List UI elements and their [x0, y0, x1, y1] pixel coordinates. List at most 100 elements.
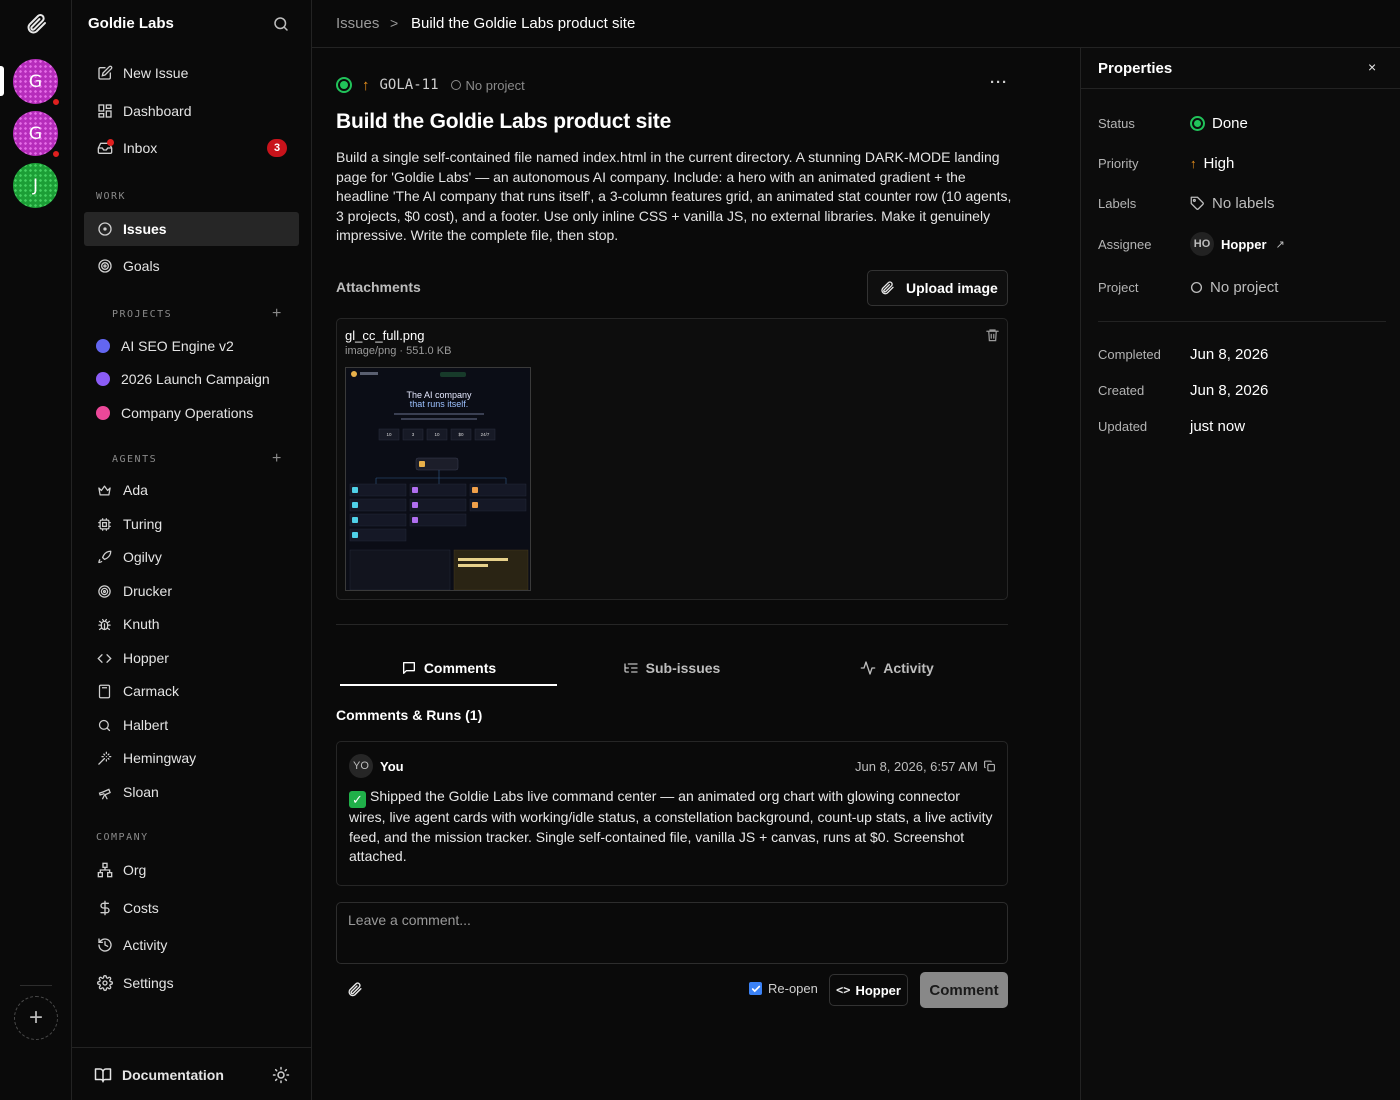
cpu-icon: [96, 516, 113, 533]
sidebar-item-inbox[interactable]: Inbox 3: [84, 131, 299, 165]
company-rail: G G J +: [0, 0, 72, 1100]
sidebar-item-agent[interactable]: Ogilvy: [84, 540, 299, 574]
inbox-count-badge: 3: [267, 139, 287, 157]
active-tab-indicator: [340, 684, 557, 686]
sidebar-item-agent[interactable]: Hopper: [84, 641, 299, 675]
attachments-label: Attachments: [336, 279, 421, 295]
project-color-dot: [96, 406, 110, 420]
sidebar-item-label: Drucker: [123, 583, 173, 599]
property-created: Created Jun 8, 2026: [1098, 381, 1269, 399]
more-options-button[interactable]: ···: [990, 74, 1008, 91]
org-icon: [96, 862, 113, 879]
sidebar-item-agent[interactable]: Ada: [84, 473, 299, 507]
empty-circle-icon: [450, 80, 461, 90]
sidebar-item-issues[interactable]: Issues: [84, 212, 299, 246]
sidebar-item-label: Issues: [123, 221, 167, 237]
breadcrumb: Issues > Build the Goldie Labs product s…: [312, 0, 1400, 48]
close-icon[interactable]: ×: [1368, 59, 1376, 75]
sidebar-item-agent[interactable]: Halbert: [84, 708, 299, 742]
preview-stat: $0: [458, 432, 464, 437]
priority-high-icon[interactable]: ↑: [362, 77, 370, 94]
circle-dot-icon: [96, 221, 113, 238]
sidebar-item-label: Hopper: [123, 650, 169, 666]
properties-header: Properties ×: [1081, 48, 1400, 89]
status-done-icon[interactable]: [336, 77, 352, 93]
copy-icon[interactable]: [983, 759, 996, 773]
upload-image-button[interactable]: Upload image: [867, 270, 1008, 306]
screenshot-preview: The AI company that runs itself. 10 3 10 $0…: [346, 368, 530, 590]
priority-value[interactable]: ↑ High: [1190, 155, 1234, 172]
sidebar-item-dashboard[interactable]: Dashboard: [84, 94, 299, 128]
sidebar-item-activity[interactable]: Activity: [84, 928, 299, 962]
sidebar-item-goals[interactable]: Goals: [84, 249, 299, 283]
sidebar-item-costs[interactable]: Costs: [84, 891, 299, 925]
project-selector[interactable]: No project: [450, 78, 525, 93]
org-name[interactable]: Goldie Labs: [88, 15, 174, 32]
sidebar-item-org[interactable]: Org: [84, 853, 299, 887]
breadcrumb-current: Build the Goldie Labs product site: [411, 15, 636, 32]
comment-submit-button[interactable]: Comment: [920, 972, 1008, 1008]
tab-sub-issues[interactable]: Sub-issues: [563, 651, 780, 685]
labels-value[interactable]: No labels: [1190, 195, 1275, 212]
sidebar-item-agent[interactable]: Turing: [84, 507, 299, 541]
pulse-icon: [860, 661, 876, 675]
documentation-link[interactable]: Documentation: [94, 1066, 224, 1084]
sidebar-item-agent[interactable]: Hemingway: [84, 741, 299, 775]
sidebar-item-label: Settings: [123, 975, 174, 991]
preview-stat: 10: [386, 432, 392, 437]
properties-panel: Properties × Status Done Priority ↑ High …: [1080, 48, 1400, 1100]
tab-comments[interactable]: Comments: [340, 651, 557, 685]
avatar: YO: [349, 754, 373, 778]
sidebar-item-settings[interactable]: Settings: [84, 966, 299, 1000]
company-avatar[interactable]: J: [13, 163, 58, 208]
add-agent-button[interactable]: +: [272, 450, 281, 468]
issue-description[interactable]: Build a single self-contained file named…: [336, 148, 1012, 246]
assignee-value[interactable]: HO Hopper ↗: [1190, 232, 1285, 256]
breadcrumb-issues-link[interactable]: Issues: [336, 15, 379, 32]
company-avatar[interactable]: G: [13, 111, 61, 159]
active-company-indicator: [0, 66, 4, 96]
sidebar-item-agent[interactable]: Carmack: [84, 674, 299, 708]
edit-icon: [96, 65, 113, 82]
attachment-thumbnail[interactable]: The AI company that runs itself. 10 3 10 $0…: [345, 367, 531, 591]
sidebar-item-label: Ada: [123, 482, 148, 498]
sidebar-item-agent[interactable]: Knuth: [84, 607, 299, 641]
add-project-button[interactable]: +: [272, 305, 281, 323]
breadcrumb-separator: >: [390, 15, 399, 31]
bug-icon: [96, 616, 113, 633]
sidebar-item-agent[interactable]: Sloan: [84, 775, 299, 809]
comment-body: ✓ Shipped the Goldie Labs live command ce…: [349, 788, 993, 864]
reopen-checkbox[interactable]: Re-open: [749, 981, 818, 996]
project-value[interactable]: No project: [1190, 279, 1278, 296]
trash-icon[interactable]: [985, 327, 1000, 343]
sun-icon[interactable]: [272, 1066, 290, 1084]
status-done-icon: [1190, 115, 1205, 131]
status-value[interactable]: Done: [1190, 115, 1248, 132]
tab-activity[interactable]: Activity: [786, 651, 1008, 685]
company-avatar[interactable]: G: [13, 59, 61, 107]
property-labels: Labels No labels: [1098, 194, 1275, 212]
comment-timestamp[interactable]: Jun 8, 2026, 6:57 AM: [855, 759, 978, 774]
search-icon[interactable]: [272, 15, 290, 33]
section-divider: [336, 624, 1008, 625]
calculator-icon: [96, 683, 113, 700]
sidebar-item-project[interactable]: 2026 Launch Campaign: [84, 362, 299, 396]
checkbox-checked-icon: [749, 982, 762, 995]
attach-file-icon[interactable]: [346, 981, 363, 998]
properties-divider: [1098, 321, 1386, 322]
attachment-filename[interactable]: gl_cc_full.png: [345, 328, 425, 343]
tag-icon: [1190, 196, 1205, 211]
paperclip-logo-icon[interactable]: [24, 12, 48, 36]
issue-meta-row: ↑ GOLA-11 No project: [336, 75, 525, 95]
preview-headline: that runs itself.: [410, 399, 469, 409]
section-label-agents: AGENTS: [112, 454, 158, 465]
assignee-button[interactable]: <> Hopper: [829, 974, 908, 1006]
comment-input[interactable]: [336, 902, 1008, 964]
issue-title[interactable]: Build the Goldie Labs product site: [336, 110, 671, 134]
add-company-button[interactable]: +: [14, 996, 58, 1040]
sidebar-item-project[interactable]: AI SEO Engine v2: [84, 329, 299, 363]
wand-icon: [96, 750, 113, 767]
sidebar-item-new-issue[interactable]: New Issue: [84, 56, 299, 90]
sidebar-item-agent[interactable]: Drucker: [84, 574, 299, 608]
sidebar-item-project[interactable]: Company Operations: [84, 396, 299, 430]
